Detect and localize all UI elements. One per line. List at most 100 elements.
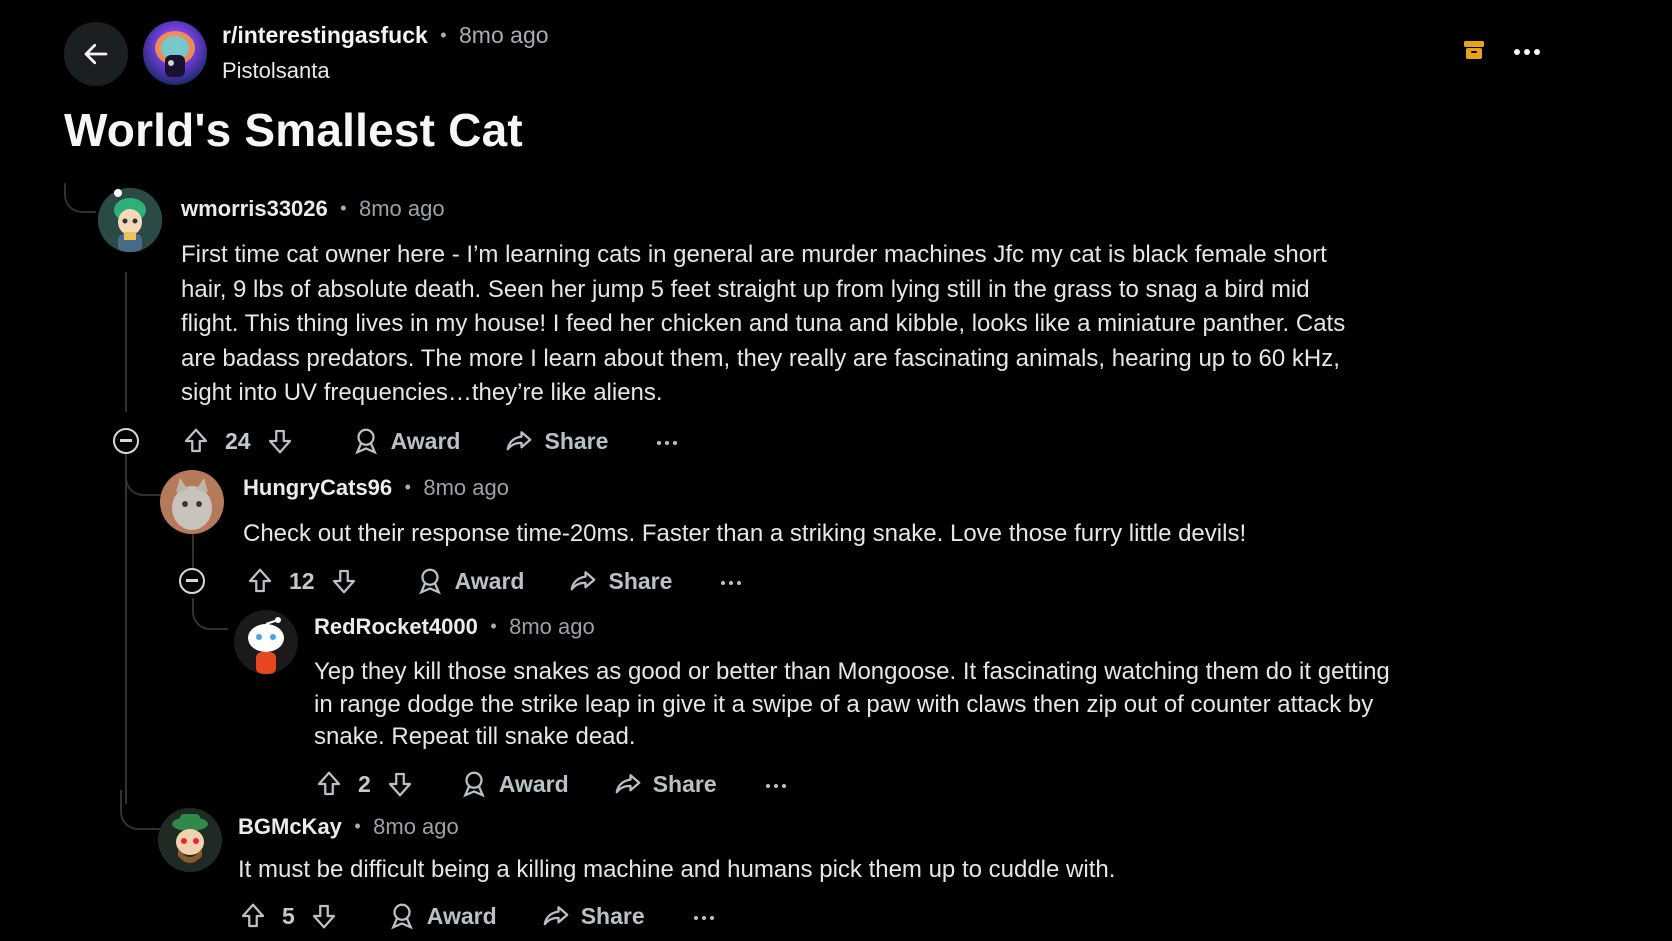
thread-connector [125, 470, 161, 496]
downvote-icon [312, 904, 335, 929]
vote-count: 24 [225, 427, 251, 454]
upvote-button[interactable] [238, 901, 268, 931]
comment-actions: 12 Award Share [245, 563, 742, 599]
comment-body: Check out their response time-20ms. Fast… [243, 520, 1247, 547]
post-header-meta: r/interestingasfuck • 8mo ago [222, 22, 549, 49]
share-label: Share [652, 770, 717, 797]
comment-body: It must be difficult being a killing mac… [238, 856, 1116, 883]
comment-header: HungryCats96 • 8mo ago [243, 475, 509, 501]
comment-body: First time cat owner here - I’m learning… [181, 241, 1346, 406]
post-title: World's Smallest Cat [64, 104, 523, 156]
share-icon [615, 774, 641, 794]
more-horizontal-icon [657, 441, 678, 445]
upvote-icon [317, 771, 341, 796]
comment-time: 8mo ago [358, 196, 445, 221]
thread-line [125, 272, 127, 412]
share-button[interactable]: Share [541, 901, 645, 931]
award-icon [418, 568, 441, 595]
share-icon [507, 431, 532, 451]
comment-time: 8mo ago [373, 814, 459, 839]
comment-time: 8mo ago [423, 475, 509, 500]
online-status-dot [114, 189, 122, 197]
avatar[interactable] [158, 808, 222, 872]
separator-dot: • [440, 25, 447, 45]
more-horizontal-icon [765, 784, 786, 788]
avatar[interactable] [160, 470, 224, 534]
thread-connector [120, 790, 162, 830]
downvote-button[interactable] [309, 901, 339, 931]
award-icon [462, 771, 485, 798]
upvote-icon [241, 903, 265, 928]
award-icon [390, 903, 413, 930]
back-button[interactable] [64, 22, 128, 86]
comment-actions: 2 Award Share [314, 766, 787, 802]
back-arrow-icon [84, 43, 108, 65]
downvote-icon [268, 429, 291, 454]
award-button[interactable]: Award [351, 426, 461, 456]
share-label: Share [608, 567, 673, 594]
share-label: Share [544, 427, 609, 454]
award-button[interactable]: Award [387, 901, 497, 931]
comment-more-button[interactable] [693, 903, 715, 929]
comment-body: Yep they kill those snakes as good or be… [314, 658, 1390, 750]
upvote-button[interactable] [314, 769, 344, 799]
more-options-button[interactable] [1512, 40, 1542, 64]
subreddit-name[interactable]: r/interestingasfuck [222, 22, 428, 48]
separator-dot: • [340, 198, 347, 218]
post-author[interactable]: Pistolsanta [222, 58, 330, 84]
vote-count: 5 [282, 902, 295, 929]
comment-actions: 24 Award Share [181, 423, 678, 459]
award-label: Award [498, 770, 569, 797]
downvote-button[interactable] [265, 426, 295, 456]
upvote-icon [248, 568, 272, 593]
upvote-button[interactable] [181, 426, 211, 456]
post-time: 8mo ago [459, 22, 549, 48]
comment-actions: 5 Award Share [238, 898, 715, 934]
award-icon [354, 428, 377, 455]
award-label: Award [454, 567, 525, 594]
comment-username[interactable]: BGMcKay [238, 814, 342, 839]
archive-icon [1464, 41, 1484, 59]
thread-connector [192, 598, 228, 630]
more-horizontal-icon [721, 581, 742, 585]
separator-dot: • [490, 616, 497, 636]
award-label: Award [426, 902, 497, 929]
comment-username[interactable]: wmorris33026 [181, 196, 328, 221]
separator-dot: • [354, 816, 361, 836]
upvote-icon [184, 428, 208, 453]
downvote-button[interactable] [329, 566, 359, 596]
comment-header: wmorris33026 • 8mo ago [181, 196, 445, 222]
vote-count: 12 [289, 567, 315, 594]
comment-more-button[interactable] [656, 428, 678, 454]
share-icon [543, 906, 569, 926]
more-horizontal-icon [1514, 49, 1540, 55]
downvote-icon [332, 569, 355, 594]
comment-more-button[interactable] [765, 771, 787, 797]
share-label: Share [580, 902, 645, 929]
comment-username[interactable]: HungryCats96 [243, 475, 392, 500]
subreddit-avatar[interactable] [143, 21, 207, 85]
thread-connector [64, 183, 96, 213]
save-button[interactable] [1462, 38, 1486, 62]
comment-username[interactable]: RedRocket4000 [314, 614, 478, 639]
upvote-button[interactable] [245, 566, 275, 596]
share-button[interactable]: Share [613, 769, 717, 799]
avatar[interactable] [234, 610, 298, 674]
comment-time: 8mo ago [509, 614, 595, 639]
award-button[interactable]: Award [415, 566, 525, 596]
comment-header: RedRocket4000 • 8mo ago [314, 614, 595, 640]
comment-header: BGMcKay • 8mo ago [238, 814, 459, 840]
collapse-icon[interactable] [179, 568, 205, 594]
avatar[interactable] [98, 188, 162, 252]
downvote-button[interactable] [385, 769, 415, 799]
comment-more-button[interactable] [720, 568, 742, 594]
share-button[interactable]: Share [504, 426, 608, 456]
award-label: Award [390, 427, 461, 454]
share-icon [571, 571, 596, 591]
award-button[interactable]: Award [459, 769, 569, 799]
share-button[interactable]: Share [568, 566, 672, 596]
collapse-icon[interactable] [113, 428, 139, 454]
more-horizontal-icon [693, 916, 714, 920]
thread-line [125, 454, 127, 804]
separator-dot: • [404, 477, 411, 497]
